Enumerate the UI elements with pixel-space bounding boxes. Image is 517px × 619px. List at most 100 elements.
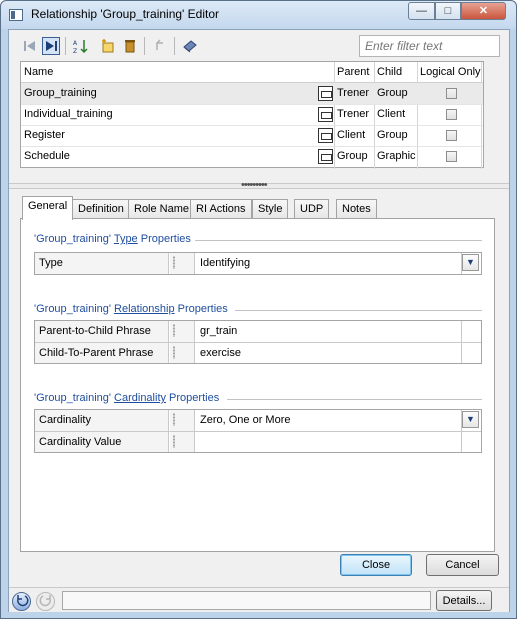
drag-handle-icon [170, 253, 195, 274]
cardinality-value[interactable]: Zero, One or More [196, 410, 295, 431]
move-first-icon[interactable] [21, 37, 39, 55]
splitter-handle[interactable]: ••••••••• [9, 179, 509, 191]
drag-handle-icon [170, 321, 195, 342]
row-name: Register [24, 129, 65, 141]
child-to-parent-value[interactable]: exercise [196, 343, 245, 363]
type-property-grid: Type Identifying ▼ [34, 252, 482, 275]
cardinality-value-row[interactable]: Cardinality Value [35, 431, 481, 452]
row-child: Graphic [377, 150, 416, 162]
logical-only-checkbox[interactable] [446, 151, 457, 162]
row-child: Group [377, 87, 408, 99]
table-row[interactable]: Individual_training Trener Client [21, 104, 483, 125]
browse-icon[interactable] [318, 128, 333, 143]
details-button[interactable]: Details... [436, 590, 492, 611]
cardinality-property-grid: Cardinality Zero, One or More ▼ Cardinal… [34, 409, 482, 453]
logical-only-checkbox[interactable] [446, 109, 457, 120]
row-name: Individual_training [24, 108, 113, 120]
cardinality-properties-title: 'Group_training' Cardinality Properties [34, 392, 220, 404]
cardinality-link[interactable]: Cardinality [114, 392, 166, 404]
relationship-link[interactable]: Relationship [114, 303, 175, 315]
parent-to-child-label: Parent-to-Child Phrase [35, 321, 169, 342]
tab-udp[interactable]: UDP [294, 199, 330, 219]
relationship-properties-title: 'Group_training' Relationship Properties [34, 303, 228, 315]
logical-only-checkbox[interactable] [446, 130, 457, 141]
drag-handle-icon [170, 410, 195, 431]
browse-icon[interactable] [318, 149, 333, 164]
filter-input[interactable] [359, 35, 500, 57]
row-child: Group [377, 129, 408, 141]
toolbar-separator [144, 37, 145, 55]
move-next-icon[interactable] [42, 37, 60, 55]
relationship-grid: Name Parent Child Logical Only Group_tra… [20, 61, 484, 169]
type-row[interactable]: Type Identifying ▼ [35, 253, 481, 274]
grid-header: Name Parent Child Logical Only [21, 62, 483, 83]
value-divider [461, 343, 462, 363]
logical-only-checkbox[interactable] [446, 88, 457, 99]
type-properties-title: 'Group_training' Type Properties [34, 233, 191, 245]
chevron-down-icon[interactable]: ▼ [462, 411, 479, 428]
cardinality-value-label: Cardinality Value [35, 432, 169, 452]
close-button[interactable]: Close [340, 554, 412, 576]
svg-text:A: A [73, 40, 78, 47]
cardinality-row[interactable]: Cardinality Zero, One or More ▼ [35, 410, 481, 431]
svg-text:Z: Z [73, 48, 77, 54]
type-value[interactable]: Identifying [196, 253, 255, 274]
table-row[interactable]: Schedule Group Graphic [21, 146, 483, 167]
editor-window: Relationship 'Group_training' Editor — □… [0, 0, 517, 619]
window-close-button[interactable]: ✕ [461, 2, 506, 20]
chevron-down-icon[interactable]: ▼ [462, 254, 479, 271]
value-divider [461, 321, 462, 342]
row-parent: Client [337, 129, 366, 141]
browse-icon[interactable] [318, 107, 333, 122]
cardinality-label: Cardinality [35, 410, 169, 431]
minimize-button[interactable]: — [408, 2, 435, 20]
row-parent: Group [337, 150, 368, 162]
section-divider [227, 399, 482, 400]
row-name: Group_training [24, 87, 97, 99]
tab-notes[interactable]: Notes [336, 199, 377, 219]
child-to-parent-row[interactable]: Child-To-Parent Phrase exercise [35, 342, 481, 363]
window-title: Relationship 'Group_training' Editor [31, 7, 220, 21]
tab-role-name[interactable]: Role Name [128, 199, 196, 219]
column-header-logical-only[interactable]: Logical Only [417, 62, 483, 82]
cardinality-value-field[interactable] [196, 432, 204, 452]
tab-style[interactable]: Style [252, 199, 289, 219]
row-name: Schedule [24, 150, 70, 162]
browse-icon[interactable] [318, 86, 333, 101]
column-header-name[interactable]: Name [21, 62, 334, 82]
section-divider [235, 310, 482, 311]
relationship-property-grid: Parent-to-Child Phrase gr_train Child-To… [34, 320, 482, 364]
table-row[interactable]: Group_training Trener Group [21, 83, 483, 104]
table-row[interactable]: Register Client Group [21, 125, 483, 146]
forward-icon[interactable] [36, 592, 55, 611]
column-header-parent[interactable]: Parent [334, 62, 374, 82]
tab-definition[interactable]: Definition [72, 199, 130, 219]
tab-general[interactable]: General [22, 196, 74, 220]
status-text-field [62, 591, 431, 610]
new-icon[interactable] [99, 37, 117, 55]
child-to-parent-label: Child-To-Parent Phrase [35, 343, 169, 363]
drag-handle-icon [170, 432, 195, 452]
properties-icon[interactable] [181, 37, 199, 55]
type-link[interactable]: Type [114, 233, 138, 245]
section-divider [195, 240, 482, 241]
undo-icon[interactable] [151, 37, 169, 55]
maximize-button[interactable]: □ [435, 2, 461, 20]
parent-to-child-row[interactable]: Parent-to-Child Phrase gr_train [35, 321, 481, 342]
value-divider [461, 432, 462, 452]
status-bar: Details... [9, 587, 509, 612]
drag-handle-icon [170, 343, 195, 363]
row-parent: Trener [337, 108, 369, 120]
row-child: Client [377, 108, 406, 120]
sort-icon[interactable]: AZ [71, 37, 89, 55]
cancel-button[interactable]: Cancel [426, 554, 499, 576]
toolbar-separator [174, 37, 175, 55]
toolbar-separator [65, 37, 66, 55]
general-tab-panel: 'Group_training' Type Properties Type Id… [20, 218, 495, 552]
tab-ri-actions[interactable]: RI Actions [190, 199, 252, 219]
delete-icon[interactable] [121, 37, 139, 55]
column-header-child[interactable]: Child [374, 62, 417, 82]
parent-to-child-value[interactable]: gr_train [196, 321, 242, 342]
title-bar[interactable]: Relationship 'Group_training' Editor — □… [1, 1, 516, 29]
back-icon[interactable] [12, 592, 31, 611]
